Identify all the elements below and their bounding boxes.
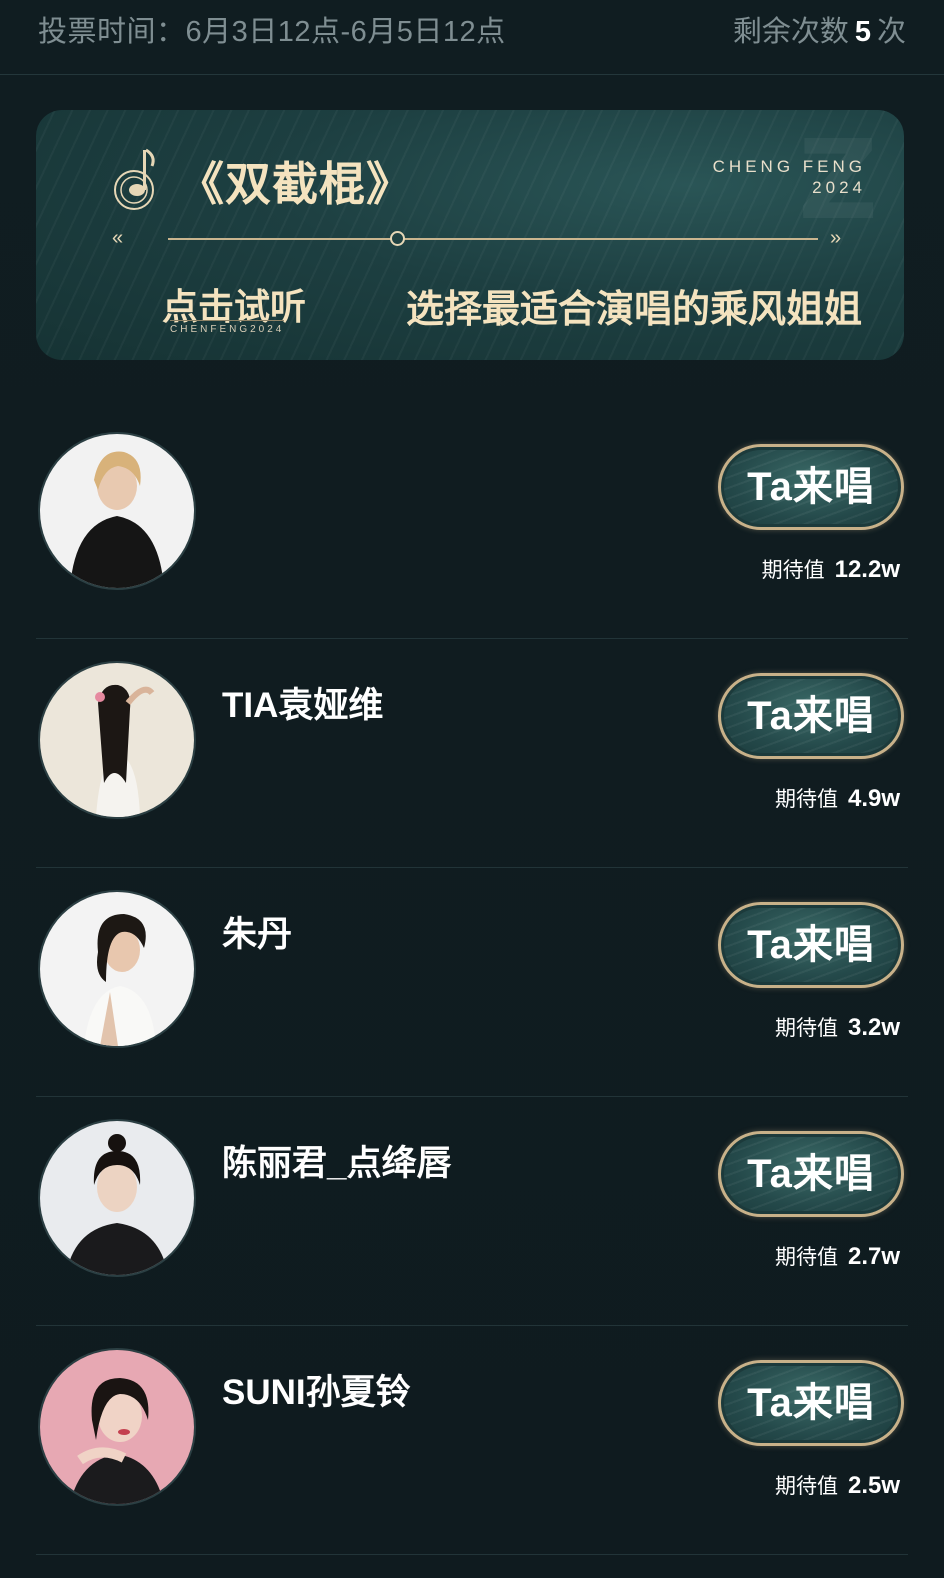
brand-line-2: 2024 <box>812 178 866 197</box>
expectation-label: 期待值 <box>774 1475 838 1498</box>
expectation-number: 3.2w <box>847 1014 900 1041</box>
expectation-number: 2.5w <box>847 1472 900 1499</box>
choose-instruction: 选择最适合演唱的乘风姐姐 <box>406 286 863 331</box>
candidate-row: 陈丽君_点绛唇 Ta来唱 期待值 2.7w <box>36 1097 908 1326</box>
avatar <box>38 432 196 590</box>
remaining-label: 剩余次数 <box>732 16 849 48</box>
brand-mark: CHENG FENG 2024 <box>713 156 866 198</box>
rewind-icon[interactable]: « <box>112 227 123 250</box>
avatar <box>38 661 196 819</box>
avatar-portrait-icon <box>40 892 194 1046</box>
song-preview-banner[interactable]: Z 《双截棍》 CHENG FENG 2024 « » 点击试听 CHENFEN… <box>36 110 904 360</box>
ta-sing-button[interactable]: Ta来唱 <box>718 902 904 988</box>
candidate-name: 陈丽君_点绛唇 <box>222 1144 452 1183</box>
music-note-icon <box>114 148 155 210</box>
brand-line-1: CHENG FENG <box>712 157 866 176</box>
remaining-count: 5 <box>854 16 871 48</box>
avatar-portrait-icon <box>40 663 194 817</box>
candidate-name: 朱丹 <box>222 915 293 954</box>
vote-info-bar: 投票时间：6月3日12点-6月5日12点 剩余次数 5 次 <box>0 0 944 75</box>
ta-sing-button[interactable]: Ta来唱 <box>718 1360 904 1446</box>
candidate-row: Ta来唱 期待值 12.2w <box>36 410 908 639</box>
expectation-label: 期待值 <box>774 1246 838 1269</box>
ta-sing-button[interactable]: Ta来唱 <box>718 673 904 759</box>
progress-track[interactable] <box>168 238 818 240</box>
avatar <box>38 1119 196 1277</box>
vote-page: 投票时间：6月3日12点-6月5日12点 剩余次数 5 次 Z 《双截棍》 CHEN… <box>0 0 944 1578</box>
remaining-unit: 次 <box>876 16 906 48</box>
avatar-portrait-icon <box>40 1350 194 1504</box>
fast-forward-icon[interactable]: » <box>830 227 841 250</box>
song-title: 《双截棍》 <box>178 157 413 211</box>
expectation-label: 期待值 <box>761 559 825 582</box>
candidate-list: Ta来唱 期待值 12.2w TIA袁娅维 Ta来唱 期待值 4.9w 朱丹 T… <box>0 410 944 1555</box>
avatar-portrait-icon <box>40 1121 194 1275</box>
candidate-row: TIA袁娅维 Ta来唱 期待值 4.9w <box>36 639 908 868</box>
candidate-name: SUNI孙夏铃 <box>222 1373 411 1412</box>
ta-sing-button[interactable]: Ta来唱 <box>718 444 904 530</box>
expectation-value: 期待值 4.9w <box>775 783 900 813</box>
expectation-number: 12.2w <box>834 556 900 583</box>
vote-time-text: 投票时间：6月3日12点-6月5日12点 <box>38 16 506 48</box>
progress-knob[interactable] <box>390 231 405 246</box>
listen-subtitle: CHENFENG2024 <box>170 320 285 335</box>
candidate-row: 朱丹 Ta来唱 期待值 3.2w <box>36 868 908 1097</box>
expectation-label: 期待值 <box>774 1017 838 1040</box>
avatar-portrait-icon <box>40 434 194 588</box>
expectation-value: 期待值 3.2w <box>775 1012 900 1042</box>
expectation-number: 4.9w <box>847 785 900 812</box>
expectation-number: 2.7w <box>847 1243 900 1270</box>
avatar <box>38 1348 196 1506</box>
expectation-value: 期待值 2.5w <box>775 1470 900 1500</box>
candidate-row: SUNI孙夏铃 Ta来唱 期待值 2.5w <box>36 1326 908 1555</box>
avatar <box>38 890 196 1048</box>
ta-sing-button[interactable]: Ta来唱 <box>718 1131 904 1217</box>
expectation-label: 期待值 <box>774 788 838 811</box>
candidate-name: TIA袁娅维 <box>222 686 384 725</box>
expectation-value: 期待值 2.7w <box>775 1241 900 1271</box>
expectation-value: 期待值 12.2w <box>762 554 900 584</box>
remaining-votes: 剩余次数 5 次 <box>733 8 906 50</box>
